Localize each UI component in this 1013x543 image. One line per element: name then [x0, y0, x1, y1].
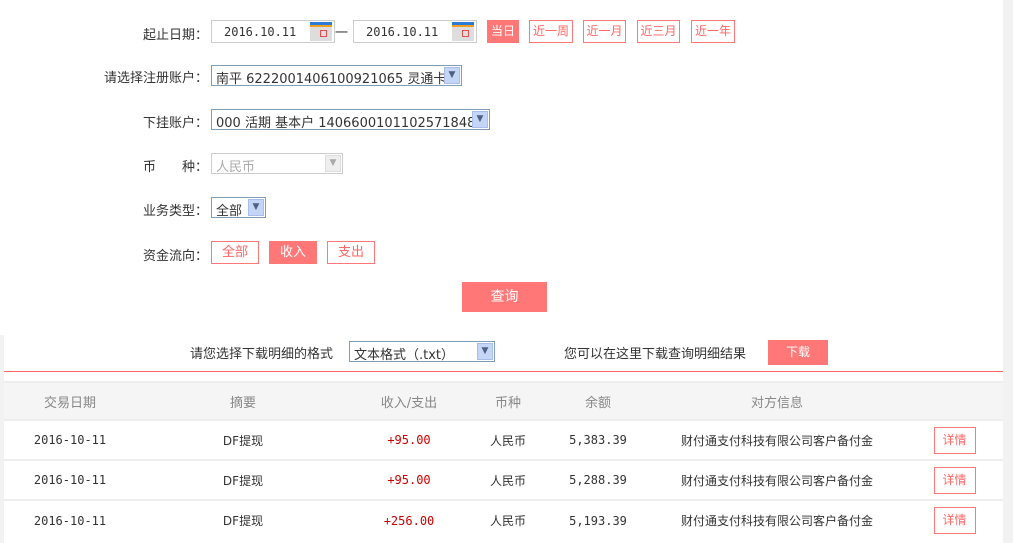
range-year-button[interactable]: 近一年: [691, 20, 735, 43]
row-date-cell: 2016-10-11: [4, 499, 136, 540]
range-today-button[interactable]: 当日: [487, 20, 519, 43]
flow-all-button[interactable]: 全部: [211, 241, 259, 264]
start-date-value: 2016.10.11: [224, 25, 297, 39]
row-currency-cell: 人民币: [468, 459, 548, 500]
row-balance-cell: 5,383.39: [548, 419, 648, 460]
reg-account-value: 南平 6222001406100921065 灵通卡: [216, 72, 447, 87]
row-date: 2016-10-11: [33, 433, 107, 447]
details-button[interactable]: 详情: [933, 507, 976, 534]
row-counterparty: 财付通支付科技有限公司客户备付金: [680, 473, 873, 488]
details-button-cell: 详情: [906, 459, 1003, 500]
row-amount: +256.00: [383, 513, 435, 528]
start-date-input[interactable]: 2016.10.11: [211, 20, 335, 43]
reg-account-label: 请选择注册账户：: [103, 71, 208, 86]
row-counterparty: 财付通支付科技有限公司客户备付金: [680, 433, 873, 448]
row-counterparty: 财付通支付科技有限公司客户备付金: [680, 514, 873, 528]
row-currency: 人民币: [489, 514, 526, 528]
row-amount: +95.00: [387, 433, 431, 447]
row-amount-cell: +256.00: [350, 499, 468, 540]
row-counterparty-cell: 财付通支付科技有限公司客户备付金: [648, 499, 906, 540]
table-row: 2016-10-11 DF提现 +95.00 人民币 5,288.39 财付通支付科技有限…: [4, 459, 1003, 500]
row-date: 2016-10-11: [33, 513, 107, 528]
end-date-input[interactable]: 2016.10.11: [353, 20, 477, 43]
transactions-table: 交易日期 摘要 收入/支出 币种 余额 对方信息 2016-10-11 DF提现 +…: [4, 381, 1003, 540]
date-label: 起止日期：: [142, 28, 208, 43]
row-balance-cell: 5,193.39: [548, 499, 648, 540]
flow-income-button[interactable]: 收入: [269, 241, 317, 264]
row-balance: 5,288.39: [569, 473, 627, 487]
row-balance-cell: 5,288.39: [548, 459, 648, 500]
row-amount-cell: +95.00: [350, 459, 468, 500]
format-label: 请您选择下载明细的格式: [190, 347, 334, 362]
col-summary: 摘要: [136, 381, 350, 420]
row-counterparty-cell: 财付通支付科技有限公司客户备付金: [648, 419, 906, 460]
flow-expense-button[interactable]: 支出: [327, 241, 375, 264]
date-separator: 一: [335, 26, 349, 41]
row-date-cell: 2016-10-11: [4, 419, 136, 460]
row-currency-cell: 人民币: [468, 419, 548, 460]
chevron-down-icon[interactable]: ▼: [248, 199, 264, 216]
sub-account-label: 下挂账户：: [142, 116, 208, 131]
row-date-cell: 2016-10-11: [4, 459, 136, 500]
download-hint: 您可以在这里下载查询明细结果: [564, 347, 747, 362]
divider: [4, 371, 1003, 372]
chevron-down-icon[interactable]: ▼: [472, 111, 488, 128]
row-summary-cell: DF提现: [136, 499, 350, 540]
table-header: 交易日期 摘要 收入/支出 币种 余额 对方信息: [4, 381, 1003, 420]
details-button-cell: 详情: [906, 499, 1003, 540]
row-amount: +95.00: [387, 473, 431, 487]
range-3months-button[interactable]: 近三月: [637, 20, 680, 43]
row-date: 2016-10-11: [33, 473, 107, 487]
reg-account-select[interactable]: 南平 6222001406100921065 灵通卡 ▼: [211, 65, 462, 87]
col-currency: 币种: [468, 381, 548, 420]
row-summary: DF提现: [222, 514, 264, 528]
row-currency-cell: 人民币: [468, 499, 548, 540]
flow-label: 资金流向：: [142, 249, 208, 264]
range-month-button[interactable]: 近一月: [583, 20, 626, 43]
details-button[interactable]: 详情: [933, 426, 976, 454]
details-button-cell: 详情: [906, 419, 1003, 460]
currency-select: 人民币 ▼: [211, 153, 343, 175]
col-balance: 余额: [548, 381, 648, 420]
col-action: [906, 381, 1003, 420]
row-summary-cell: DF提现: [136, 459, 350, 500]
format-select[interactable]: 文本格式（.txt） ▼: [349, 341, 495, 363]
currency-label: 币 种：: [142, 160, 208, 175]
biz-type-value: 全部: [216, 204, 243, 219]
row-currency: 人民币: [489, 433, 526, 448]
chevron-down-icon: ▼: [325, 155, 341, 172]
table-row: 2016-10-11 DF提现 +95.00 人民币 5,383.39 财付通支付科技有限…: [4, 419, 1003, 460]
sub-account-value: 000 活期 基本户 1406600101102571848: [216, 116, 476, 131]
row-summary: DF提现: [222, 433, 264, 448]
row-balance: 5,383.39: [569, 433, 627, 447]
col-date: 交易日期: [4, 381, 136, 420]
table-row: 2016-10-11 DF提现 +256.00 人民币 5,193.39 财付通支付科技有…: [4, 499, 1003, 540]
col-amount: 收入/支出: [350, 381, 468, 420]
row-amount-cell: +95.00: [350, 419, 468, 460]
query-form: 起止日期： 2016.10.11 一 2016.10.11 当日 近一周 近一月…: [0, 0, 1003, 335]
calendar-icon[interactable]: [452, 22, 474, 41]
calendar-icon[interactable]: [310, 22, 332, 41]
format-value: 文本格式（.txt）: [354, 348, 455, 363]
row-summary: DF提现: [222, 473, 264, 488]
currency-value: 人民币: [216, 160, 256, 175]
details-button[interactable]: 详情: [933, 466, 976, 494]
chevron-down-icon[interactable]: ▼: [444, 67, 460, 84]
row-currency: 人民币: [489, 473, 526, 488]
row-summary-cell: DF提现: [136, 419, 350, 460]
row-counterparty-cell: 财付通支付科技有限公司客户备付金: [648, 459, 906, 500]
range-week-button[interactable]: 近一周: [529, 20, 573, 43]
biz-type-label: 业务类型：: [142, 204, 208, 219]
chevron-down-icon[interactable]: ▼: [477, 343, 493, 360]
sub-account-select[interactable]: 000 活期 基本户 1406600101102571848 ▼: [211, 109, 490, 131]
biz-type-select[interactable]: 全部 ▼: [211, 197, 266, 219]
download-button[interactable]: 下载: [768, 340, 828, 365]
col-counterparty: 对方信息: [648, 381, 906, 420]
query-button[interactable]: 查询: [462, 282, 547, 312]
row-balance: 5,193.39: [569, 513, 627, 528]
end-date-value: 2016.10.11: [366, 25, 439, 39]
